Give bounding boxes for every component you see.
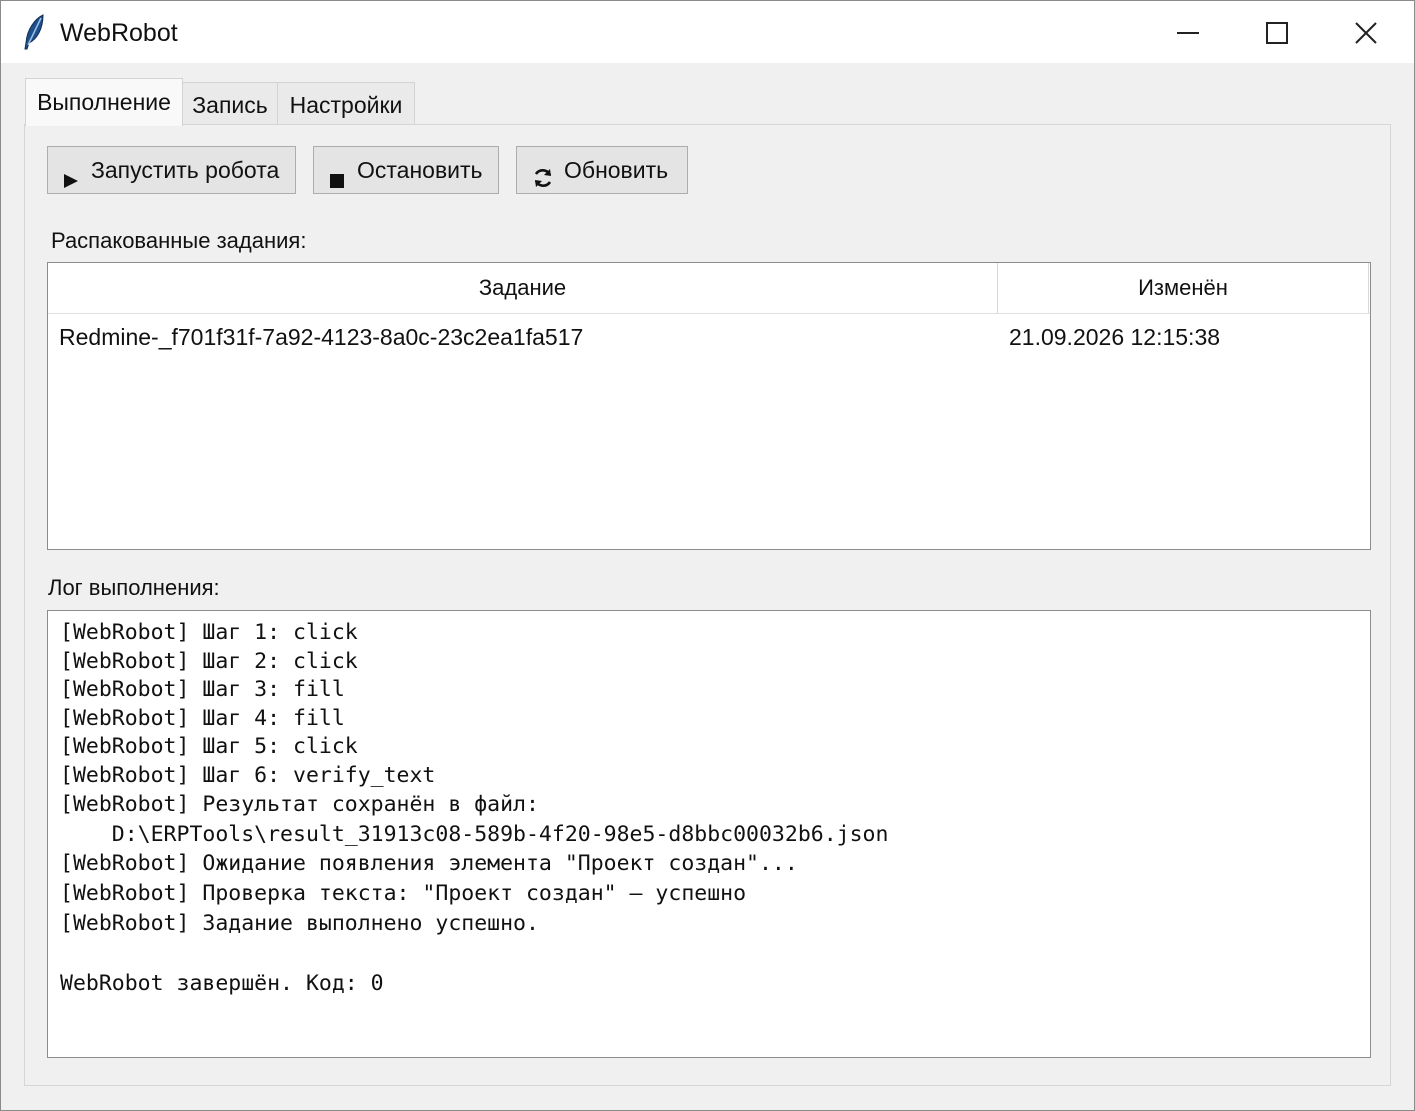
column-header-task[interactable]: Задание: [48, 263, 998, 313]
log-line: D:\ERPTools\result_31913c08-589b-4f20-98…: [60, 822, 889, 847]
log-line: [WebRobot] Шаг 5: click: [60, 734, 358, 759]
app-window: WebRobot Выполнение Запись Настройки Зап…: [0, 0, 1415, 1111]
task-modified-cell: 21.09.2026 12:15:38: [1009, 324, 1221, 350]
log-line: [WebRobot] Проверка текста: "Проект созд…: [60, 881, 747, 906]
log-textbox[interactable]: [WebRobot] Шаг 1: click [WebRobot] Шаг 2…: [47, 610, 1371, 1058]
log-line: [WebRobot] Шаг 4: fill: [60, 705, 345, 731]
tab-recording[interactable]: Запись: [182, 82, 278, 126]
feather-icon: [21, 13, 47, 51]
log-line: [WebRobot] Ожидание появления элемента "…: [60, 851, 798, 876]
tasks-label: Распакованные задания:: [51, 228, 307, 253]
log-line: [WebRobot] Задание выполнено успешно.: [60, 911, 539, 936]
title-bar[interactable]: WebRobot: [1, 1, 1414, 63]
tab-settings[interactable]: Настройки: [277, 82, 415, 126]
stop-button[interactable]: Остановить: [313, 146, 499, 194]
tab-execution[interactable]: Выполнение: [25, 78, 183, 126]
maximize-icon: [1266, 22, 1288, 44]
close-icon: [1355, 22, 1377, 44]
log-line: [WebRobot] Шаг 1: click: [60, 620, 358, 645]
refresh-button[interactable]: Обновить: [516, 146, 688, 194]
close-button[interactable]: [1322, 1, 1410, 63]
column-header-modified[interactable]: Изменён: [998, 263, 1369, 313]
window-title: WebRobot: [60, 19, 178, 47]
log-line: [WebRobot] Шаг 6: verify_text: [60, 763, 436, 788]
log-line: [WebRobot] Шаг 3: fill: [60, 677, 345, 702]
log-line: WebRobot завершён. Код: 0: [60, 971, 384, 996]
log-line: [WebRobot] Шаг 2: click: [60, 648, 358, 674]
stop-icon: [328, 160, 346, 206]
stop-label: Остановить: [357, 157, 483, 183]
table-row[interactable]: Redmine-_f701f31f-7a92-4123-8a0c-23c2ea1…: [48, 319, 1370, 355]
task-name-cell: Redmine-_f701f31f-7a92-4123-8a0c-23c2ea1…: [59, 324, 584, 350]
start-robot-button[interactable]: Запустить робота: [47, 146, 296, 194]
table-header: Задание Изменён: [48, 263, 1370, 314]
minimize-button[interactable]: [1144, 1, 1232, 63]
tasks-table[interactable]: Задание Изменён Redmine-_f701f31f-7a92-4…: [47, 262, 1371, 550]
log-label: Лог выполнения:: [48, 575, 220, 600]
refresh-icon: [531, 159, 555, 205]
minimize-icon: [1177, 32, 1199, 34]
maximize-button[interactable]: [1233, 1, 1321, 63]
log-line: [WebRobot] Результат сохранён в файл:: [60, 792, 539, 817]
start-robot-label: Запустить робота: [91, 157, 280, 183]
play-icon: [62, 160, 80, 206]
refresh-label: Обновить: [564, 157, 669, 183]
